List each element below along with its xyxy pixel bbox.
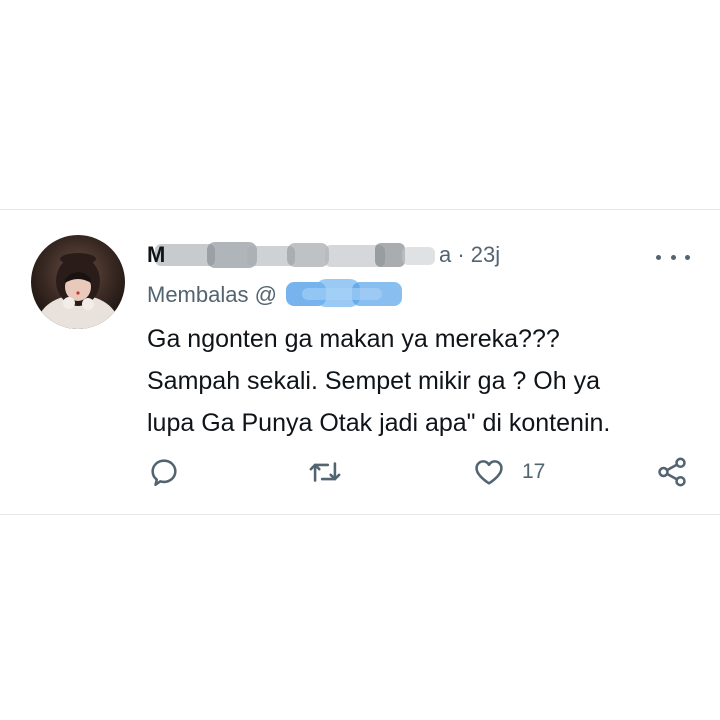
like-button[interactable]: 17 — [472, 452, 545, 492]
handle-timestamp[interactable]: a · 23j — [439, 242, 500, 268]
action-bar: 17 — [0, 452, 720, 492]
tweet-card[interactable]: M a · 23j Membalas @ Ga ngonten ga makan… — [0, 210, 720, 514]
retweet-icon — [309, 462, 341, 482]
share-button[interactable] — [655, 452, 689, 492]
avatar[interactable] — [31, 235, 125, 329]
bottom-divider — [0, 514, 720, 515]
share-icon — [658, 457, 686, 487]
tweet-text-line: Ga ngonten ga makan ya mereka??? — [147, 325, 560, 353]
tweet-text-line: Sampah sekali. Sempet mikir ga ? Oh ya — [147, 367, 600, 395]
like-count: 17 — [522, 460, 546, 483]
tweet-text-line: lupa Ga Punya Otak jadi apa" di kontenin… — [147, 409, 611, 437]
heart-icon — [475, 460, 503, 485]
reply-icon — [151, 459, 177, 487]
tweet-text: Ga ngonten ga makan ya mereka??? Sampah … — [147, 318, 687, 444]
author-initial[interactable]: M — [147, 242, 165, 268]
tweet-header: M a · 23j — [147, 238, 647, 272]
reply-button[interactable] — [147, 452, 181, 492]
author-name-blurred[interactable] — [147, 240, 437, 270]
retweet-button[interactable] — [306, 452, 344, 492]
more-icon[interactable] — [656, 250, 690, 264]
replying-to-label: Membalas @ — [147, 282, 277, 307]
mention-blurred[interactable] — [282, 276, 406, 312]
